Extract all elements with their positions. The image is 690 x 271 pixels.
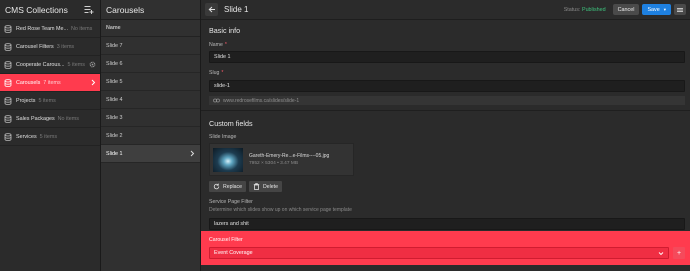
save-button[interactable]: Save ▾ (642, 4, 671, 15)
refresh-icon (213, 183, 220, 190)
database-icon (4, 114, 12, 123)
collection-name: Services (16, 133, 37, 140)
required-asterisk: * (224, 42, 227, 48)
collection-count: 5 items (39, 133, 58, 140)
item-label: Slide 5 (106, 78, 123, 85)
collection-item-cooperate-carousels[interactable]: Cooperate Carous... 5 items (0, 56, 100, 74)
slug-label-text: Slug (209, 70, 220, 76)
status-text: Status: Published (564, 7, 606, 13)
collection-item-carousel-filters[interactable]: Carousel Filters 3 items (0, 38, 100, 56)
database-icon (4, 42, 12, 51)
collection-count: 5 items (38, 97, 56, 104)
collection-item-sales-packages[interactable]: Sales Packages No items (0, 110, 100, 128)
list-item[interactable]: Slide 3 (101, 109, 200, 127)
slug-url-preview: www.redrosefilms.ca/slides/slide-1 (209, 96, 685, 105)
collection-name: Projects (16, 97, 36, 104)
collection-count: 3 items (56, 43, 75, 50)
image-preview-card[interactable]: Gareth-Emery-Re...e-Films----05.jpg 7952… (209, 143, 354, 176)
slug-url: www.redrosefilms.ca/slides/slide-1 (223, 97, 300, 104)
chevron-down-icon (658, 251, 664, 255)
slug-label: Slug * (209, 70, 223, 76)
chevron-right-icon (91, 79, 96, 86)
delete-label: Delete (263, 183, 278, 190)
delete-button[interactable]: Delete (249, 181, 282, 192)
cms-collections-title: CMS Collections (5, 4, 68, 15)
database-icon (4, 96, 12, 105)
collection-count: No items (71, 25, 93, 32)
gear-icon[interactable] (89, 61, 96, 68)
editor-title: Slide 1 (224, 5, 249, 14)
service-filter-input[interactable]: lazers and shit (209, 218, 685, 230)
editor-topbar: Slide 1 Status: Published Cancel Save ▾ (201, 0, 690, 20)
image-meta: 7952 × 5304 • 3.47 MB (249, 161, 299, 166)
carousel-filter-value: Event Coverage (214, 250, 253, 256)
collection-count: 7 items (43, 79, 61, 86)
database-icon (4, 60, 12, 69)
name-label: Name * (209, 42, 227, 48)
list-item[interactable]: Slide 4 (101, 91, 200, 109)
cancel-button[interactable]: Cancel (612, 4, 640, 15)
section-divider (201, 110, 690, 111)
collection-name: Red Rose Team Me... (16, 25, 69, 32)
item-label: Slide 7 (106, 42, 123, 49)
item-label: Slide 2 (106, 132, 123, 139)
status-label: Status: (563, 6, 581, 13)
basic-info-heading: Basic info (209, 26, 241, 35)
list-item[interactable]: Slide 7 (101, 37, 200, 55)
link-icon (213, 98, 220, 103)
collection-item-services[interactable]: Services 5 items (0, 128, 100, 146)
name-input[interactable]: Slide 1 (209, 51, 685, 63)
item-label: Slide 4 (106, 96, 123, 103)
replace-label: Replace (223, 183, 243, 190)
collection-name: Cooperate Carous... (16, 61, 65, 68)
cms-collections-panel: CMS Collections Red Rose Team Me... No i… (0, 0, 101, 271)
slug-input[interactable]: slide-1 (209, 80, 685, 92)
database-icon (4, 24, 12, 33)
item-label: Slide 6 (106, 60, 123, 67)
back-arrow-icon[interactable] (205, 3, 218, 16)
replace-button[interactable]: Replace (209, 181, 247, 192)
list-item-selected[interactable]: Slide 1 (101, 145, 200, 163)
list-item[interactable]: Slide 6 (101, 55, 200, 73)
collection-item-carousels[interactable]: Carousels 7 items (0, 74, 100, 92)
image-filename: Gareth-Emery-Re...e-Films----05.jpg (249, 153, 330, 159)
add-filter-icon[interactable]: + (673, 247, 685, 259)
name-column-header[interactable]: Name (101, 20, 200, 37)
save-label: Save (647, 6, 660, 13)
list-item[interactable]: Slide 5 (101, 73, 200, 91)
status-badge: Published (581, 6, 606, 13)
list-item[interactable]: Slide 2 (101, 127, 200, 145)
collection-name: Sales Packages (16, 115, 55, 122)
image-thumbnail (213, 147, 243, 172)
collection-item-projects[interactable]: Projects 5 items (0, 92, 100, 110)
carousels-panel: Carousels Name Slide 7 Slide 6 Slide 5 S… (101, 0, 201, 271)
item-label: Slide 1 (106, 150, 123, 157)
collection-name: Carousels (16, 79, 41, 86)
collection-count: 5 items (67, 61, 85, 68)
carousel-filter-select[interactable]: Event Coverage (209, 247, 669, 259)
carousel-filter-field: Carousel Filter Event Coverage + (201, 231, 690, 265)
collection-item-red-rose-team[interactable]: Red Rose Team Me... No items (0, 20, 100, 38)
collection-count: No items (57, 115, 79, 122)
carousels-title: Carousels (101, 0, 200, 20)
item-label: Slide 3 (106, 114, 123, 121)
name-label-text: Name (209, 42, 223, 48)
required-asterisk: * (221, 70, 224, 76)
custom-fields-heading: Custom fields (209, 119, 253, 128)
service-filter-label: Service Page Filter (209, 199, 253, 205)
add-collection-icon[interactable] (83, 4, 95, 16)
database-icon (4, 132, 12, 141)
carousel-filter-label: Carousel Filter (209, 237, 243, 243)
collection-name: Carousel Filters (16, 43, 54, 50)
chevron-right-icon (190, 150, 195, 157)
service-filter-description: Determine which slides show up on which … (209, 207, 352, 213)
chevron-down-icon: ▾ (663, 6, 666, 12)
more-options-icon[interactable] (674, 4, 686, 15)
cms-collections-header: CMS Collections (0, 0, 100, 20)
trash-icon (253, 183, 260, 190)
slide-image-label: Slide Image (209, 134, 237, 140)
database-icon (4, 78, 12, 87)
